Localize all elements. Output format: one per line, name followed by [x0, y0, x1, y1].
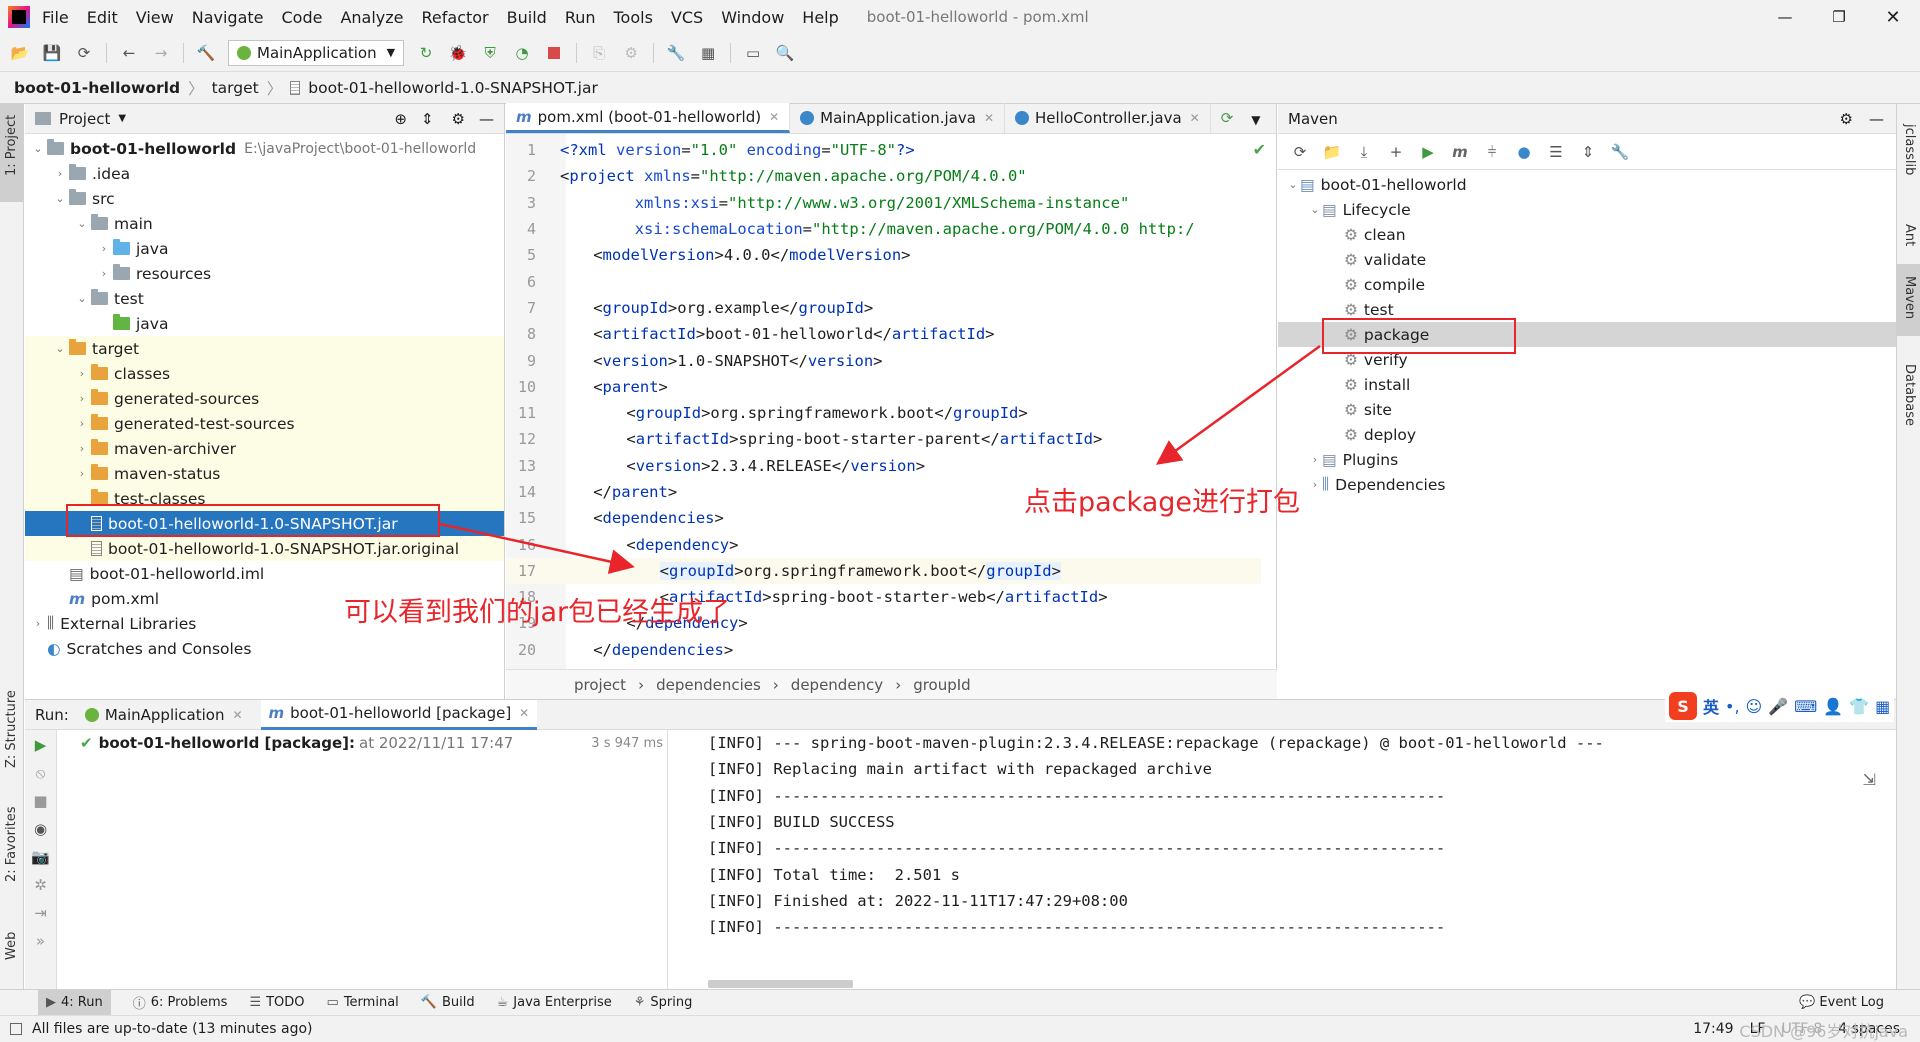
arrow-to-package	[1155, 344, 1321, 465]
arrow-to-code	[439, 522, 635, 574]
annotation-arrows	[439, 344, 1321, 574]
